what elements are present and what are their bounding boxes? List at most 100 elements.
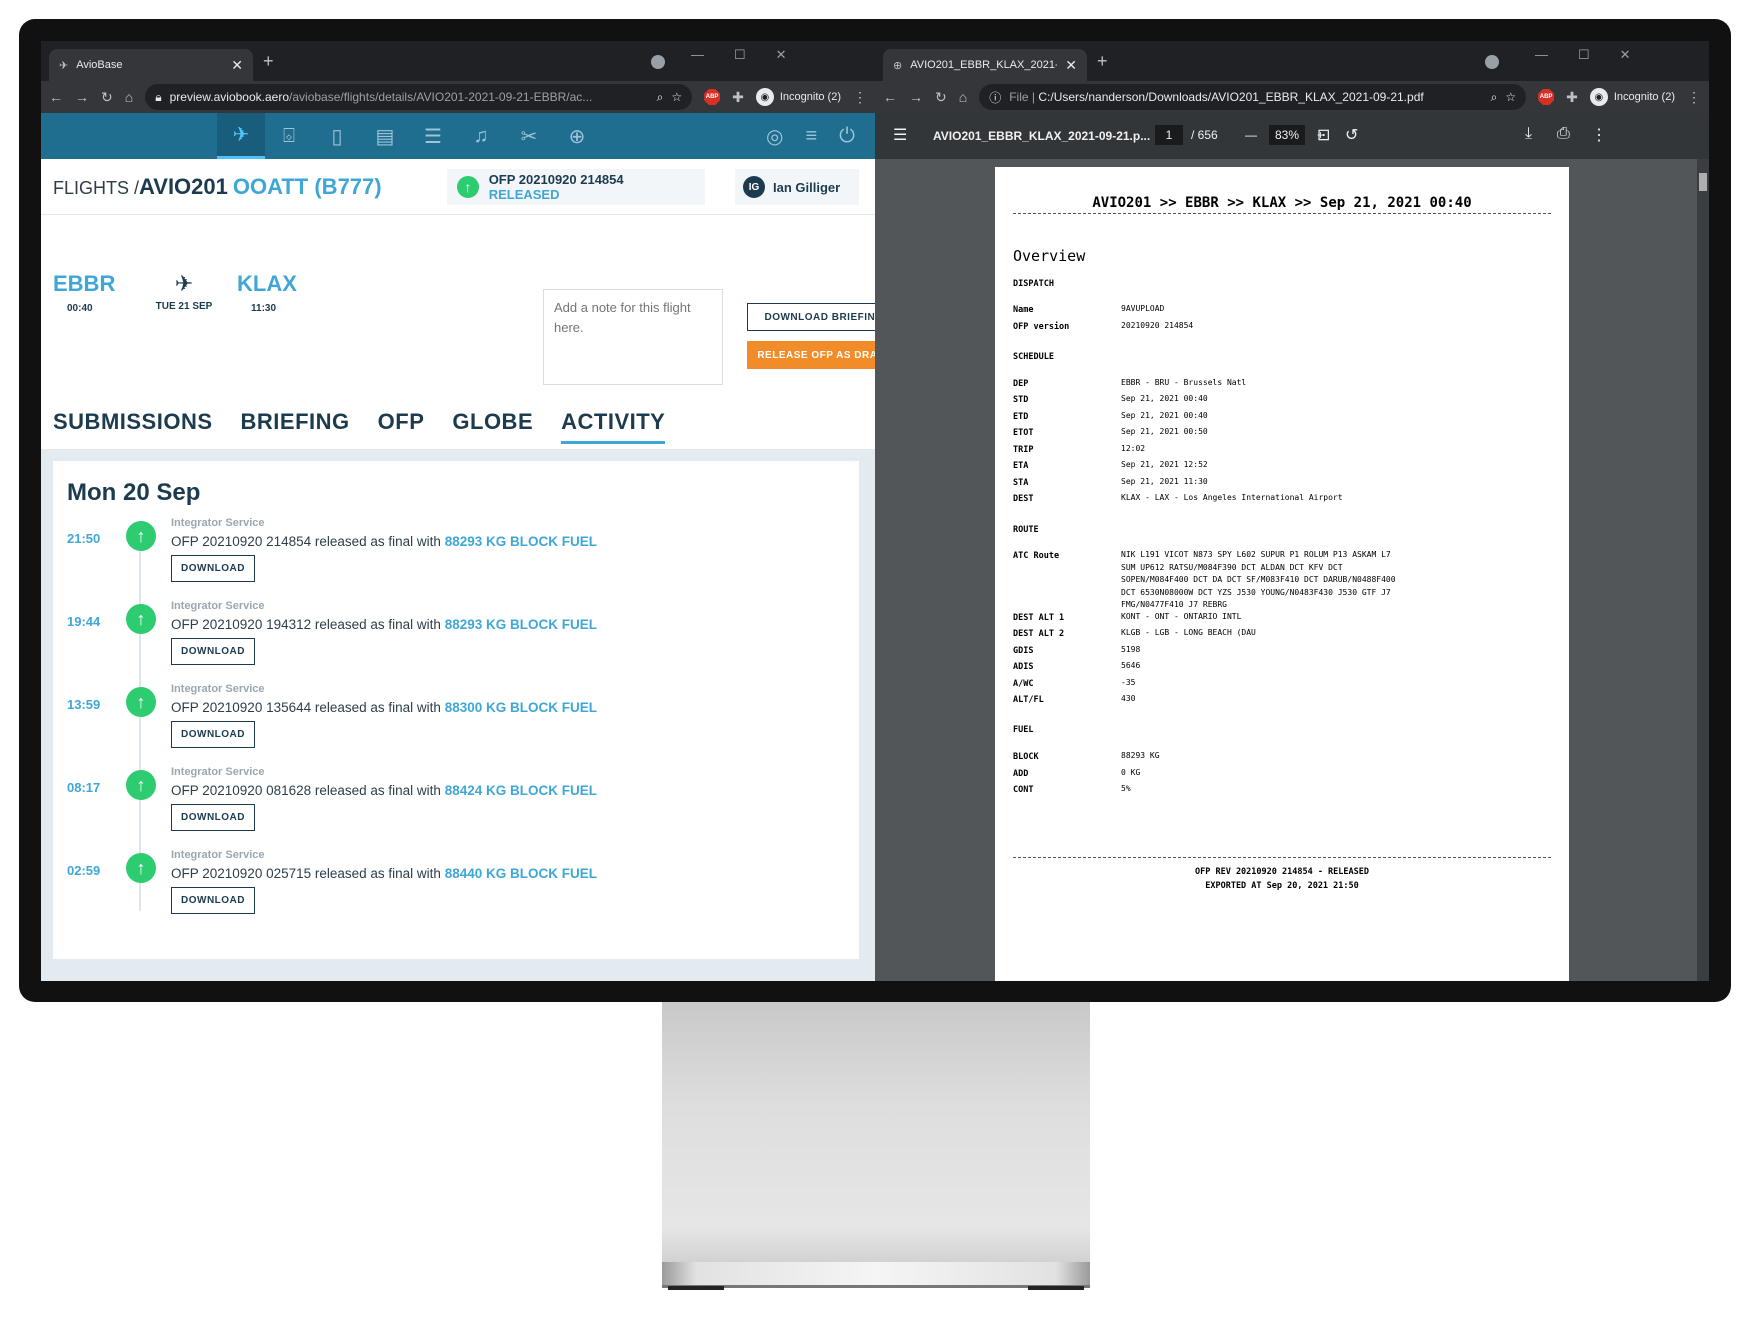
- scrollbar-thumb[interactable]: [1699, 173, 1707, 191]
- rotate-icon[interactable]: ↺: [1345, 125, 1358, 145]
- block-fuel-link[interactable]: 88300 KG BLOCK FUEL: [445, 700, 597, 715]
- zoom-level[interactable]: 83%: [1269, 125, 1305, 145]
- reload-icon[interactable]: ↻: [935, 89, 947, 106]
- section-schedule: SCHEDULE: [1013, 352, 1054, 362]
- aircraft-registration: OOATT (B777): [232, 173, 382, 199]
- globe-icon[interactable]: ⊕: [553, 113, 601, 159]
- extensions-icon[interactable]: ✚: [1566, 89, 1578, 106]
- bell-icon[interactable]: ♫: [457, 113, 505, 159]
- block-fuel-link[interactable]: 88293 KG BLOCK FUEL: [445, 534, 597, 549]
- menu-kebab-icon[interactable]: ⋮: [1687, 89, 1701, 106]
- monitor-stand: [662, 1002, 1090, 1267]
- field-value: KLAX - LAX - Los Angeles International A…: [1121, 493, 1343, 502]
- maximize-icon[interactable]: ☐: [1578, 47, 1590, 63]
- download-button[interactable]: DOWNLOAD: [171, 887, 255, 914]
- fit-page-icon[interactable]: ⊡: [1317, 125, 1330, 145]
- block-fuel-link[interactable]: 88440 KG BLOCK FUEL: [445, 866, 597, 881]
- incognito-indicator[interactable]: ◉ Incognito (2): [1589, 88, 1675, 106]
- close-tab-icon[interactable]: ✕: [1065, 57, 1077, 74]
- pdf-footer-exported: EXPORTED AT Sep 20, 2021 21:50: [1205, 881, 1359, 891]
- activity-entry: 08:17 ↑ Integrator Service OFP 20210920 …: [53, 766, 859, 858]
- hamburger-menu-icon[interactable]: ☰: [893, 125, 907, 145]
- destination-time: 11:30: [251, 303, 277, 314]
- new-tab-icon[interactable]: +: [1097, 51, 1108, 72]
- minimize-icon[interactable]: —: [691, 47, 704, 63]
- reload-icon[interactable]: ↻: [101, 89, 113, 106]
- flights-icon[interactable]: ✈: [217, 113, 265, 159]
- close-window-icon[interactable]: ✕: [1620, 47, 1631, 63]
- more-options-icon[interactable]: ⋮: [1591, 125, 1607, 145]
- bookmark-star-icon[interactable]: ☆: [671, 90, 682, 104]
- left-browser-tab[interactable]: ✈ AvioBase ✕: [49, 49, 253, 81]
- adblock-icon[interactable]: ABP: [704, 89, 721, 105]
- field-label: ALT/FL: [1013, 695, 1044, 705]
- menu-kebab-icon[interactable]: ⋮: [853, 89, 867, 106]
- field-value: 5198: [1121, 645, 1141, 654]
- download-icon[interactable]: ⤓: [1525, 125, 1532, 143]
- download-button[interactable]: DOWNLOAD: [171, 804, 255, 831]
- page-number-input[interactable]: 1: [1155, 125, 1183, 145]
- entry-time: 21:50: [67, 531, 101, 546]
- zoom-icon[interactable]: ⌕: [1491, 90, 1498, 105]
- tablet-icon[interactable]: ▯: [313, 113, 361, 159]
- release-draft-button[interactable]: RELEASE OFP AS DRAFT: [747, 341, 875, 369]
- block-fuel-link[interactable]: 88293 KG BLOCK FUEL: [445, 617, 597, 632]
- downloads-icon[interactable]: [1485, 55, 1499, 69]
- extensions-icon[interactable]: ✚: [732, 89, 744, 106]
- field-value: 12:02: [1121, 444, 1146, 453]
- download-button[interactable]: DOWNLOAD: [171, 721, 255, 748]
- user-profile-icon[interactable]: ◎: [766, 124, 783, 149]
- activity-entry: 19:44 ↑ Integrator Service OFP 20210920 …: [53, 600, 859, 692]
- download-button[interactable]: DOWNLOAD: [171, 638, 255, 665]
- user-chip[interactable]: IG Ian Gilliger: [735, 169, 859, 205]
- tools-icon[interactable]: ✂: [505, 113, 553, 159]
- monitor-screen: ✈ AvioBase ✕ + — ☐ ✕ ← → ↻ ⌂ 🔒︎ preview.…: [41, 41, 1709, 981]
- tab-briefing[interactable]: BRIEFING: [241, 409, 350, 444]
- power-icon[interactable]: ⏻: [839, 125, 855, 148]
- zoom-out-icon[interactable]: —: [1245, 128, 1257, 142]
- pdf-scrollbar[interactable]: [1697, 159, 1709, 981]
- back-icon[interactable]: ←: [49, 89, 63, 105]
- book-icon[interactable]: ▤: [361, 113, 409, 159]
- tab-submissions[interactable]: SUBMISSIONS: [53, 409, 213, 444]
- downloads-icon[interactable]: [651, 55, 665, 69]
- breadcrumb: FLIGHTS /AVIO201 OOATT (B777): [53, 174, 382, 200]
- settings-sliders-icon[interactable]: ≡: [806, 125, 818, 148]
- forward-icon[interactable]: →: [75, 89, 89, 105]
- field-value: -35: [1121, 678, 1136, 687]
- tab-globe[interactable]: GLOBE: [452, 409, 533, 444]
- download-button[interactable]: DOWNLOAD: [171, 555, 255, 582]
- home-icon[interactable]: ⌂: [959, 89, 967, 105]
- field-value: 88293 KG: [1121, 751, 1160, 760]
- print-icon[interactable]: ⎙: [1557, 125, 1570, 143]
- minimize-icon[interactable]: —: [1535, 47, 1548, 63]
- pdf-footer-revision: OFP REV 20210920 214854 - RELEASED: [1195, 867, 1369, 877]
- maximize-icon[interactable]: ☐: [734, 47, 746, 63]
- bookmark-star-icon[interactable]: ☆: [1505, 90, 1516, 104]
- ofp-number: OFP 20210920 214854: [488, 172, 624, 187]
- forward-icon[interactable]: →: [909, 89, 923, 105]
- download-briefing-button[interactable]: DOWNLOAD BRIEFING: [747, 303, 875, 331]
- right-toolbar: ← → ↻ ⌂ ⓘ File | C:/Users/nanderson/Down…: [875, 81, 1709, 113]
- incognito-indicator[interactable]: ◉ Incognito (2): [755, 88, 841, 106]
- page-total: / 656: [1191, 128, 1218, 142]
- inbox-icon[interactable]: ⌺: [265, 113, 313, 159]
- block-fuel-link[interactable]: 88424 KG BLOCK FUEL: [445, 783, 597, 798]
- address-bar[interactable]: ⓘ File | C:/Users/nanderson/Downloads/AV…: [979, 84, 1527, 110]
- flight-note-input[interactable]: [543, 289, 723, 385]
- document-icon[interactable]: ☰: [409, 113, 457, 159]
- close-window-icon[interactable]: ✕: [776, 47, 787, 63]
- back-icon[interactable]: ←: [883, 89, 897, 105]
- breadcrumb-flights[interactable]: FLIGHTS /: [53, 178, 139, 198]
- adblock-icon[interactable]: ABP: [1538, 89, 1555, 105]
- zoom-icon[interactable]: ⌕: [657, 90, 664, 105]
- close-tab-icon[interactable]: ✕: [231, 57, 243, 74]
- address-bar[interactable]: 🔒︎ preview.aviobook.aero/aviobase/flight…: [145, 84, 693, 110]
- field-label: ETA: [1013, 461, 1029, 471]
- tab-activity[interactable]: ACTIVITY: [561, 409, 666, 444]
- tab-ofp[interactable]: OFP: [378, 409, 425, 444]
- new-tab-icon[interactable]: +: [263, 51, 274, 72]
- released-arrow-icon: ↑: [457, 176, 479, 198]
- home-icon[interactable]: ⌂: [125, 89, 133, 105]
- right-browser-tab[interactable]: ⊕ AVIO201_EBBR_KLAX_2021-09-2 ✕: [883, 49, 1087, 81]
